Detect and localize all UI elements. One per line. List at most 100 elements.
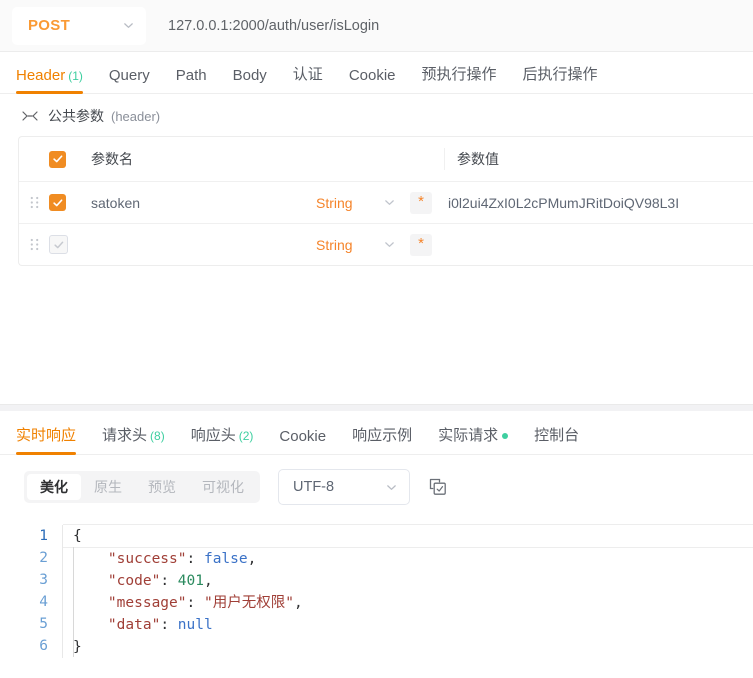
param-name-input[interactable]: satoken bbox=[89, 195, 316, 211]
code-line: "success": false, bbox=[107, 551, 257, 567]
param-type-chevron[interactable] bbox=[384, 239, 410, 250]
url-input[interactable]: 127.0.0.1:2000/auth/user/isLogin bbox=[168, 18, 379, 34]
tab-post-script-label: 后执行操作 bbox=[522, 66, 598, 83]
tab-response-cookie[interactable]: Cookie bbox=[279, 428, 326, 454]
param-required-cell[interactable]: * bbox=[410, 233, 446, 256]
json-value-data: null bbox=[177, 617, 213, 633]
view-mode-beautify[interactable]: 美化 bbox=[27, 474, 81, 500]
param-type-chevron[interactable] bbox=[384, 197, 410, 208]
table-row: satoken String * i0l2ui4ZxI0L2cPMumJRitD… bbox=[19, 182, 753, 224]
tab-response-example[interactable]: 响应示例 bbox=[352, 424, 412, 454]
json-value-success: false bbox=[203, 551, 248, 567]
line-number: 4 bbox=[39, 594, 48, 610]
code-line: "message": "用户无权限", bbox=[107, 595, 303, 611]
tab-realtime-response-label: 实时响应 bbox=[16, 427, 77, 444]
col-header-name: 参数名 bbox=[91, 151, 133, 167]
col-header-value: 参数值 bbox=[444, 148, 753, 170]
param-required-cell[interactable]: * bbox=[410, 191, 446, 214]
tab-response-example-label: 响应示例 bbox=[352, 427, 413, 444]
param-table-header-row: 参数名 参数值 bbox=[19, 137, 753, 182]
tab-response-headers-label: 响应头 bbox=[190, 427, 236, 444]
code-line: { bbox=[63, 524, 753, 548]
view-mode-raw[interactable]: 原生 bbox=[81, 474, 135, 500]
row-enable-checkbox[interactable] bbox=[49, 194, 66, 211]
public-params-title: 公共参数 bbox=[48, 108, 104, 124]
chevron-down-icon bbox=[386, 482, 397, 493]
tab-actual-request-label: 实际请求 bbox=[438, 427, 499, 444]
tab-post-script[interactable]: 后执行操作 bbox=[523, 63, 598, 93]
table-row: String * bbox=[19, 224, 753, 265]
tab-query[interactable]: Query bbox=[109, 67, 150, 93]
tab-pre-script[interactable]: 预执行操作 bbox=[422, 63, 497, 93]
encoding-value: UTF-8 bbox=[293, 479, 335, 495]
param-type-label[interactable]: String bbox=[316, 195, 384, 211]
line-number-gutter: 1 2 3 4 5 6 bbox=[0, 525, 62, 658]
tab-response-headers[interactable]: 响应头 (2) bbox=[191, 424, 254, 454]
json-value-code: 401 bbox=[177, 573, 204, 589]
row-checkbox-cell[interactable] bbox=[49, 194, 89, 211]
code-line: "data": null bbox=[107, 617, 213, 633]
line-number: 3 bbox=[39, 572, 48, 588]
encoding-select[interactable]: UTF-8 bbox=[278, 469, 410, 505]
code-line: "code": 401, bbox=[107, 573, 213, 589]
tab-auth-label: 认证 bbox=[292, 66, 323, 83]
tab-header[interactable]: Header (1) bbox=[16, 67, 83, 94]
http-method-label: POST bbox=[28, 17, 71, 34]
collapse-arrows-icon bbox=[22, 109, 38, 123]
response-toolbar: 美化 原生 预览 可视化 UTF-8 bbox=[0, 455, 753, 517]
chevron-down-icon bbox=[123, 20, 134, 31]
response-json-content[interactable]: { "success": false, "code": 401, "messag… bbox=[62, 524, 753, 658]
view-mode-visualize[interactable]: 可视化 bbox=[189, 474, 257, 500]
line-number: 5 bbox=[39, 616, 48, 632]
tab-realtime-response[interactable]: 实时响应 bbox=[16, 424, 77, 455]
row-checkbox-cell[interactable] bbox=[49, 235, 89, 254]
tab-body-label: Body bbox=[232, 67, 267, 84]
response-tabs: 实时响应 请求头 (8) 响应头 (2) Cookie 响应示例 实际请求 控制台 bbox=[0, 411, 753, 455]
response-pane: 实时响应 请求头 (8) 响应头 (2) Cookie 响应示例 实际请求 控制台 … bbox=[0, 411, 753, 678]
tab-path-label: Path bbox=[175, 67, 207, 84]
public-params-header[interactable]: 公共参数 (header) bbox=[0, 94, 753, 136]
line-number: 1 bbox=[39, 528, 48, 544]
tab-path[interactable]: Path bbox=[176, 67, 207, 93]
copy-icon[interactable] bbox=[428, 477, 448, 497]
asterisk-icon[interactable]: * bbox=[410, 191, 432, 214]
param-table: 参数名 参数值 satoken String * i0l2ui4ZxI0L2cP… bbox=[18, 136, 753, 266]
modified-dot-icon bbox=[502, 433, 509, 440]
tab-console[interactable]: 控制台 bbox=[534, 424, 579, 454]
tab-response-cookie-label: Cookie bbox=[279, 428, 327, 445]
row-enable-checkbox[interactable] bbox=[49, 235, 68, 254]
param-value-input[interactable]: i0l2ui4ZxI0L2cPMumJRitDoiQV98L3I bbox=[446, 195, 753, 211]
indent-guide bbox=[73, 547, 74, 657]
drag-handle-icon bbox=[30, 238, 39, 251]
tab-pre-script-label: 预执行操作 bbox=[421, 66, 497, 83]
tab-actual-request[interactable]: 实际请求 bbox=[438, 424, 509, 454]
line-number: 2 bbox=[39, 550, 48, 566]
request-tabs: Header (1) Query Path Body 认证 Cookie 预执行操… bbox=[0, 52, 753, 94]
view-mode-segmented-control: 美化 原生 预览 可视化 bbox=[24, 471, 260, 503]
param-type-label[interactable]: String bbox=[316, 237, 384, 253]
tab-auth[interactable]: 认证 bbox=[293, 63, 323, 93]
asterisk-icon[interactable]: * bbox=[410, 233, 432, 256]
tab-request-headers-label: 请求头 bbox=[102, 427, 148, 444]
tab-cookie[interactable]: Cookie bbox=[349, 67, 396, 93]
select-all-cell[interactable] bbox=[49, 150, 89, 168]
drag-handle-icon bbox=[30, 196, 39, 209]
row-drag-handle[interactable] bbox=[19, 196, 49, 209]
http-method-select[interactable]: POST bbox=[12, 6, 146, 45]
tab-query-label: Query bbox=[108, 67, 150, 84]
tab-header-count: (1) bbox=[68, 69, 83, 83]
json-value-message: 用户无权限 bbox=[212, 595, 286, 611]
tab-cookie-label: Cookie bbox=[348, 67, 396, 84]
tab-response-headers-count: (2) bbox=[238, 429, 254, 443]
tab-header-label: Header bbox=[16, 67, 66, 84]
tab-request-headers-count: (8) bbox=[150, 429, 165, 443]
row-drag-handle[interactable] bbox=[19, 238, 49, 251]
response-body-editor: 1 2 3 4 5 6 { "success": false, "code": … bbox=[0, 517, 753, 658]
select-all-checkbox[interactable] bbox=[49, 150, 66, 168]
line-number: 6 bbox=[39, 638, 48, 654]
tab-request-headers[interactable]: 请求头 (8) bbox=[102, 424, 165, 454]
tab-body[interactable]: Body bbox=[233, 67, 267, 93]
url-bar: POST 127.0.0.1:2000/auth/user/isLogin bbox=[0, 0, 753, 52]
tab-console-label: 控制台 bbox=[534, 427, 580, 444]
view-mode-preview[interactable]: 预览 bbox=[135, 474, 189, 500]
